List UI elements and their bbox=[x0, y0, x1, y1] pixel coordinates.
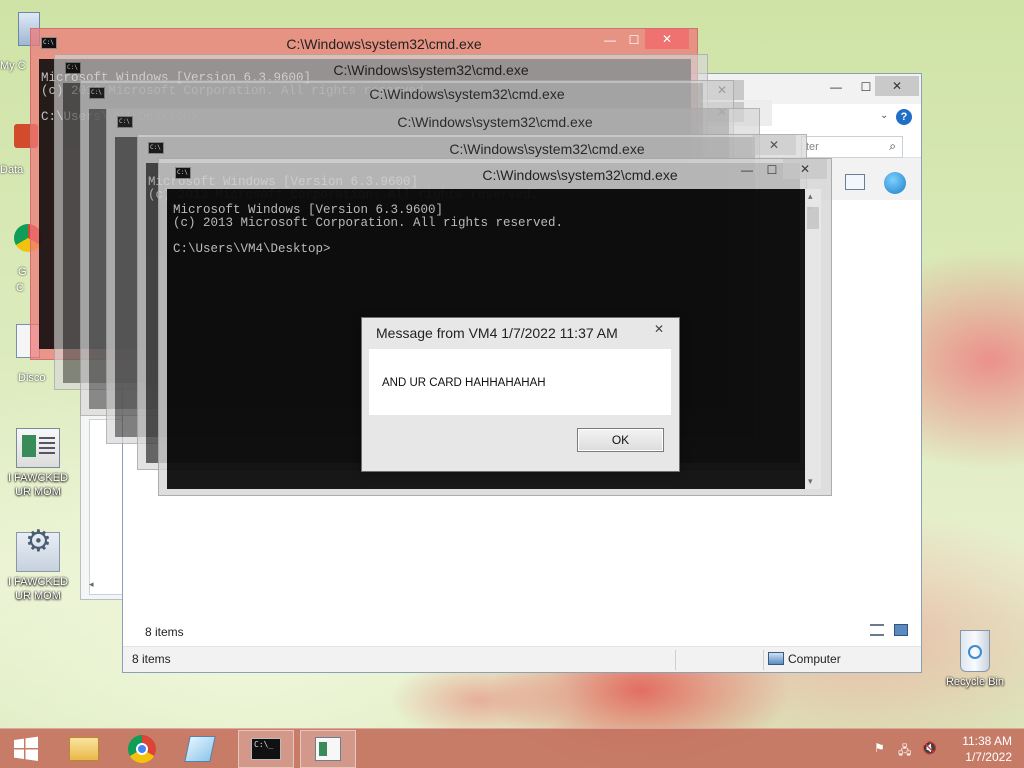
search-input[interactable]: ter ⌕ bbox=[801, 136, 903, 158]
desktop-icon-label: G bbox=[18, 266, 27, 278]
taskbar-notepad[interactable] bbox=[172, 730, 228, 768]
taskbar-chrome[interactable] bbox=[114, 730, 170, 768]
close-button[interactable]: ✕ bbox=[783, 159, 827, 179]
minimize-button[interactable]: — bbox=[597, 30, 623, 50]
status-location: Computer bbox=[788, 652, 841, 666]
search-placeholder: ter bbox=[806, 141, 819, 153]
address-dropdown-icon[interactable]: ⌄ bbox=[880, 110, 892, 121]
details-view-icon[interactable] bbox=[870, 624, 884, 636]
volume-muted-icon[interactable]: 🔇 bbox=[922, 741, 938, 757]
window-title: C:\Windows\system32\cmd.exe bbox=[397, 114, 593, 130]
taskbar-document[interactable] bbox=[300, 730, 356, 768]
maximize-button[interactable]: ☐ bbox=[621, 30, 647, 50]
desktop-icon-label: Recycle Bin bbox=[945, 676, 1005, 688]
window-title: C:\Windows\system32\cmd.exe bbox=[333, 62, 529, 78]
ok-button[interactable]: OK bbox=[577, 428, 664, 452]
status-bar-front: 8 items Computer bbox=[123, 646, 921, 672]
close-button[interactable]: ✕ bbox=[875, 76, 919, 96]
notepad-icon bbox=[184, 736, 216, 762]
windows-logo-icon bbox=[14, 736, 38, 761]
desktop-icon-label: I FAWCKED UR MOM bbox=[7, 472, 69, 498]
minimize-button[interactable]: — bbox=[734, 160, 760, 180]
console-icon: C:\ bbox=[89, 87, 105, 99]
gear-icon bbox=[16, 532, 60, 572]
console-icon: C:\ bbox=[148, 142, 164, 154]
console-line: (c) 2013 Microsoft Corporation. All righ… bbox=[173, 216, 564, 230]
console-icon: C:\ bbox=[117, 116, 133, 128]
computer-icon bbox=[768, 652, 784, 665]
desktop-icon-label: Disco bbox=[18, 372, 46, 384]
taskbar-file-explorer[interactable] bbox=[56, 730, 112, 768]
scroll-thumb[interactable] bbox=[807, 207, 819, 229]
taskbar: C:\_ ⚑ 🖧 🔇 11:38 AM 1/7/2022 bbox=[0, 728, 1024, 768]
window-title: C:\Windows\system32\cmd.exe bbox=[369, 86, 565, 102]
desktop-icon-label: C bbox=[16, 282, 24, 294]
recycle-bin-icon bbox=[960, 630, 990, 672]
close-button[interactable]: ✕ bbox=[752, 135, 796, 155]
search-icon[interactable]: ⌕ bbox=[889, 139, 896, 154]
desktop-icon-document-1[interactable]: I FAWCKED UR MOM bbox=[6, 428, 70, 499]
maximize-button[interactable]: ☐ bbox=[759, 160, 785, 180]
scroll-down-icon[interactable]: ▾ bbox=[808, 476, 813, 487]
clock[interactable]: 11:38 AM 1/7/2022 bbox=[962, 733, 1012, 765]
taskbar-cmd[interactable]: C:\_ bbox=[238, 730, 294, 768]
console-icon: C:\ bbox=[175, 167, 191, 179]
action-center-flag-icon[interactable]: ⚑ bbox=[874, 741, 890, 757]
desktop-icon-label: My C bbox=[0, 60, 26, 72]
status-divider bbox=[763, 650, 764, 670]
status-item-count: 8 items bbox=[132, 652, 171, 666]
console-icon: C:\ bbox=[65, 62, 81, 74]
dialog-message: AND UR CARD HAHHAHAHAH bbox=[382, 377, 546, 389]
console-prompt: C:\Users\VM4\Desktop> bbox=[173, 242, 331, 256]
help-icon[interactable]: ? bbox=[896, 109, 912, 125]
clock-time: 11:38 AM bbox=[962, 734, 1012, 748]
status-bar-back: 8 items bbox=[131, 620, 921, 644]
close-button[interactable]: ✕ bbox=[645, 29, 689, 49]
status-divider bbox=[675, 650, 676, 670]
chrome-icon bbox=[128, 735, 156, 763]
console-icon: C:\ bbox=[41, 37, 57, 49]
desktop-icon-label: I FAWCKED UR MOM bbox=[7, 576, 69, 602]
dialog-body: AND UR CARD HAHHAHAHAH bbox=[369, 349, 671, 415]
preview-pane-icon[interactable] bbox=[845, 174, 865, 190]
scroll-up-icon[interactable]: ▴ bbox=[808, 191, 813, 202]
console-line: Microsoft Windows [Version 6.3.9600] bbox=[173, 203, 444, 217]
dialog-title: Message from VM4 1/7/2022 11:37 AM bbox=[376, 325, 618, 341]
document-icon bbox=[16, 428, 60, 468]
scrollbar-vertical[interactable]: ▴ ▾ bbox=[805, 189, 821, 489]
status-item-count: 8 items bbox=[145, 625, 184, 639]
document-icon bbox=[315, 737, 341, 761]
window-title: C:\Windows\system32\cmd.exe bbox=[449, 141, 645, 157]
network-icon[interactable]: 🖧 bbox=[898, 741, 914, 757]
minimize-button[interactable]: — bbox=[823, 77, 849, 97]
folder-icon bbox=[69, 737, 99, 761]
close-button[interactable]: ✕ bbox=[645, 320, 673, 338]
desktop-icon-settings-1[interactable]: I FAWCKED UR MOM bbox=[6, 532, 70, 603]
desktop-icon-label: Data bbox=[0, 164, 24, 176]
console-icon: C:\_ bbox=[251, 738, 281, 760]
clock-date: 1/7/2022 bbox=[965, 750, 1012, 764]
large-icons-view-icon[interactable] bbox=[894, 624, 908, 636]
start-button[interactable] bbox=[4, 733, 48, 765]
scroll-left-icon[interactable]: ◂ bbox=[89, 579, 103, 593]
globe-icon[interactable] bbox=[884, 172, 906, 194]
message-dialog[interactable]: Message from VM4 1/7/2022 11:37 AM ✕ AND… bbox=[361, 317, 680, 472]
desktop-icon-recycle-bin[interactable]: Recycle Bin bbox=[942, 630, 1008, 688]
